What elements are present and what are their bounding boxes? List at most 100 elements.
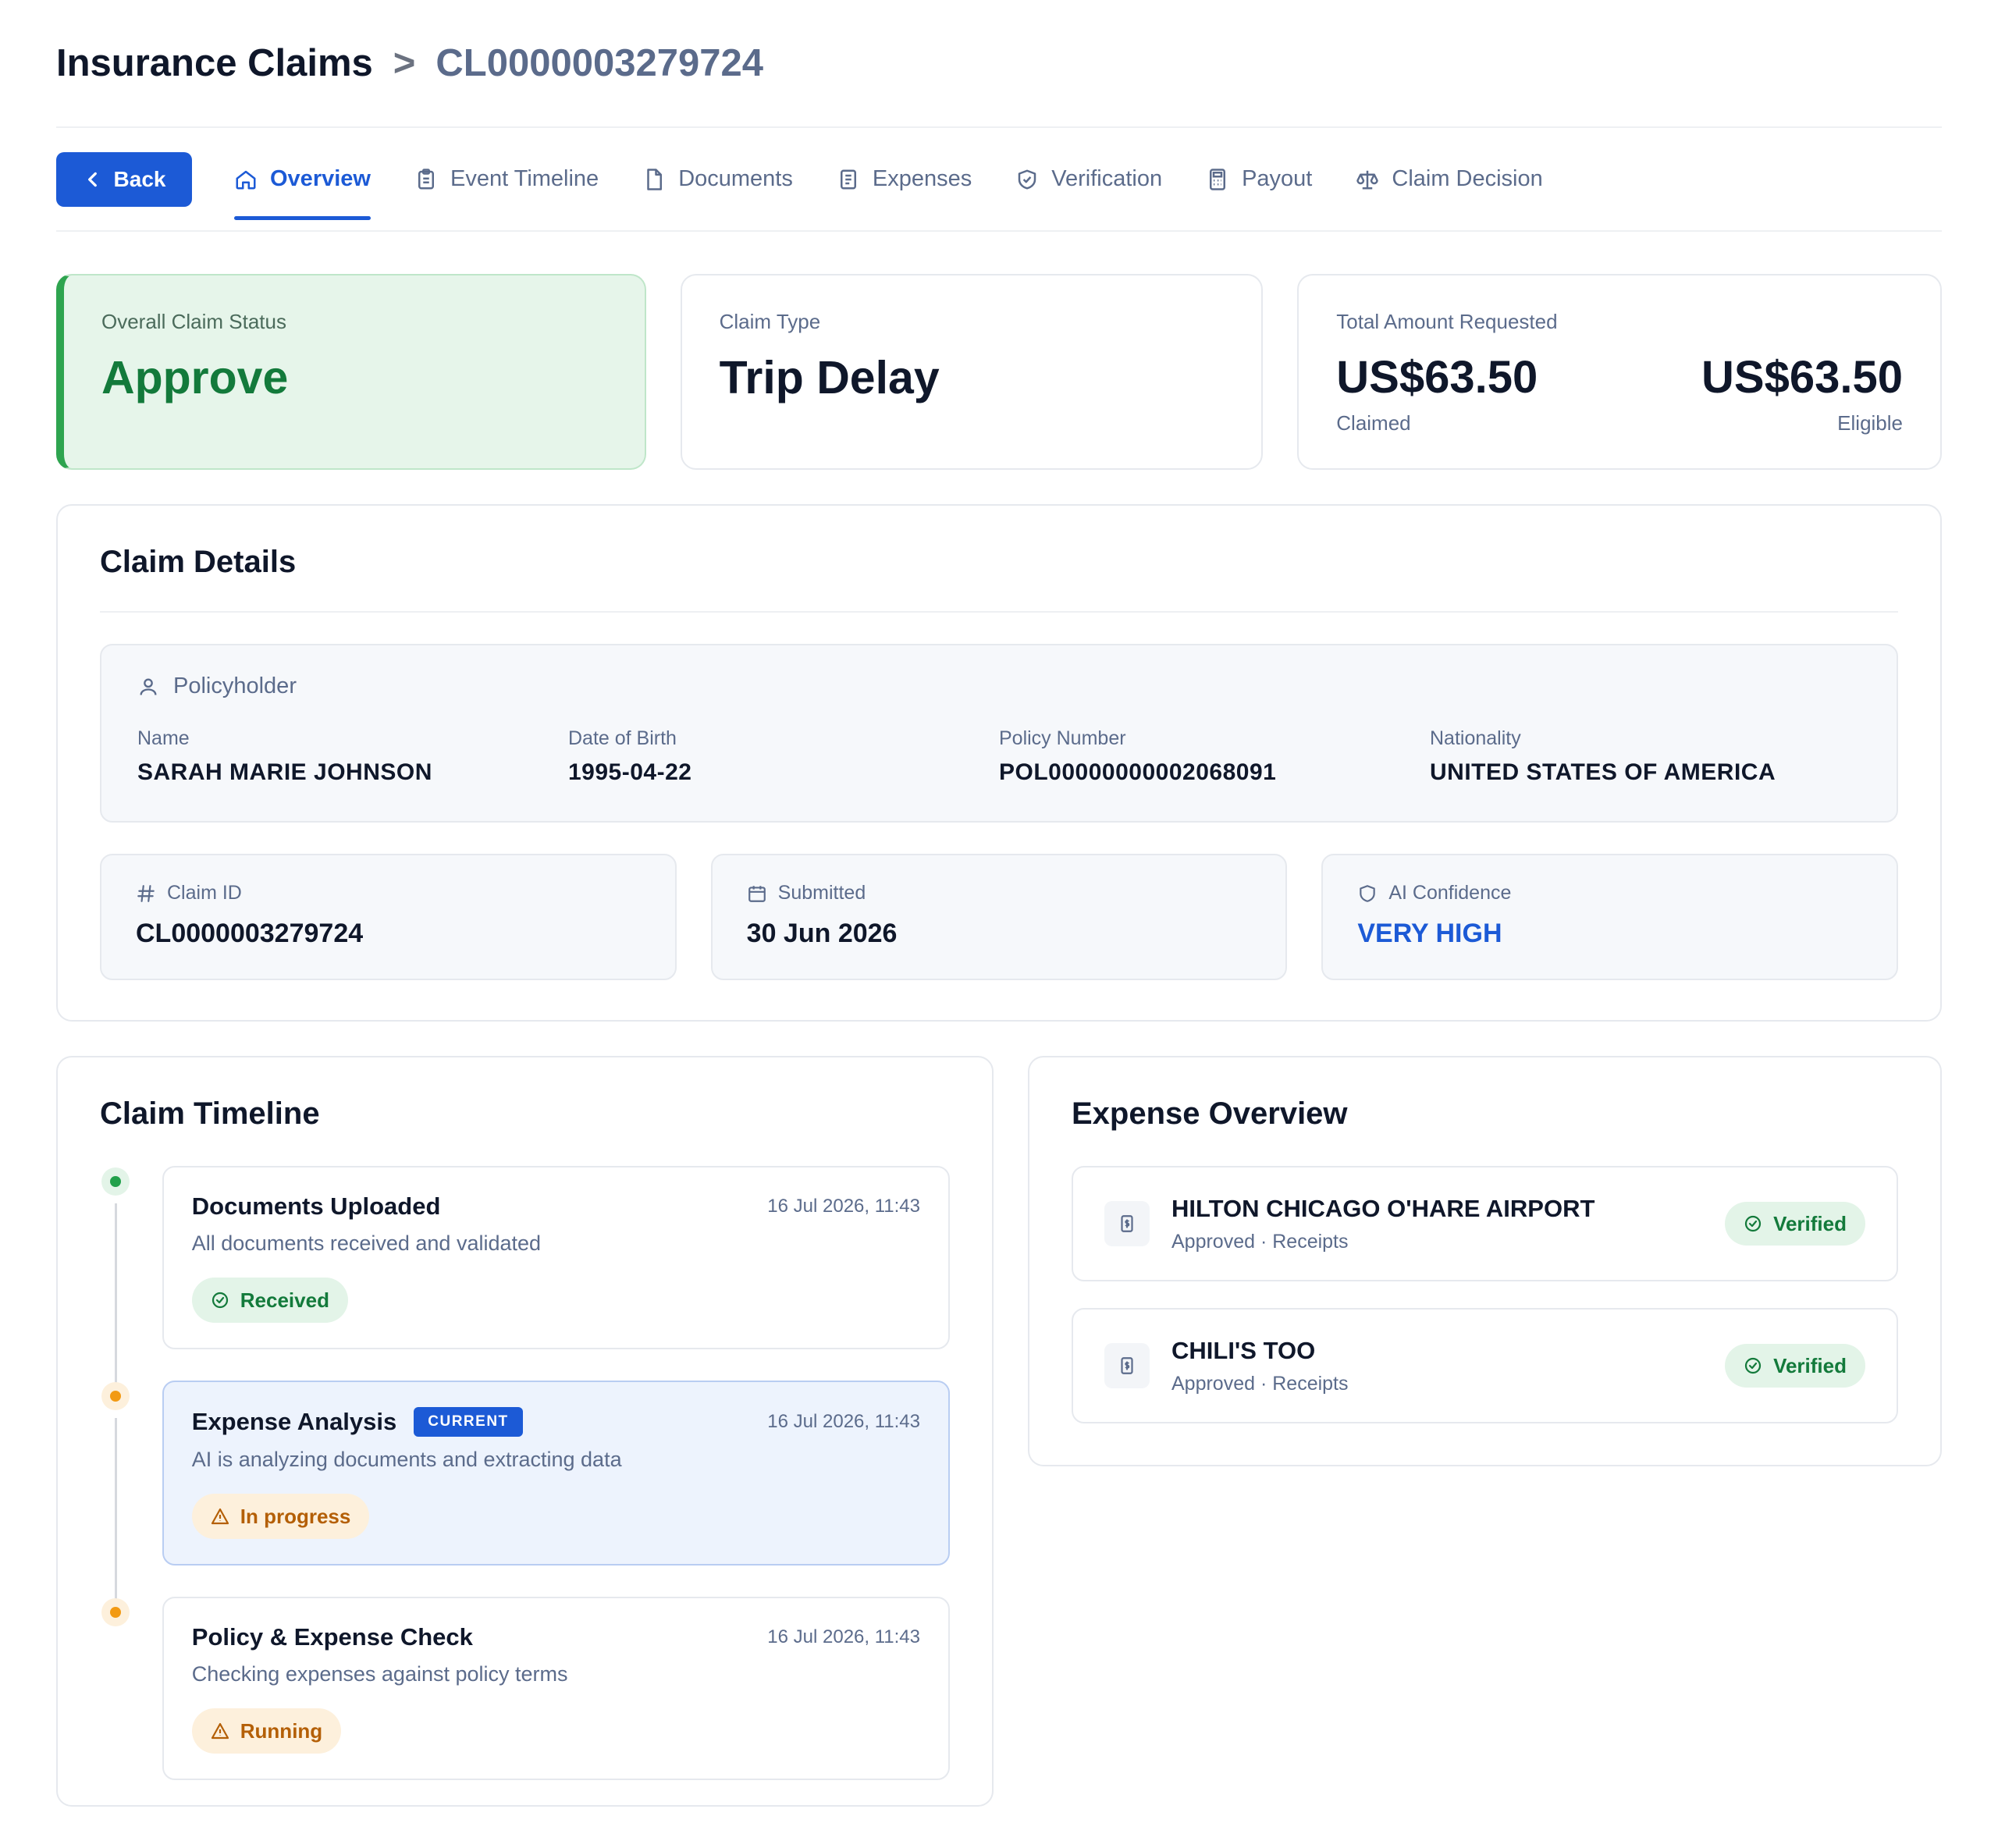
claim-timeline-card: Claim Timeline Documents Uploaded 16 Jul…	[56, 1056, 994, 1807]
timeline-item: Expense Analysis CURRENT 16 Jul 2026, 11…	[100, 1381, 950, 1606]
tab-expenses[interactable]: Expenses	[837, 127, 972, 231]
tab-verification[interactable]: Verification	[1015, 127, 1162, 231]
nationality-field: Nationality UNITED STATES OF AMERICA	[1430, 727, 1861, 786]
back-button-label: Back	[113, 166, 166, 191]
timeline-item-desc: Checking expenses against policy terms	[191, 1662, 568, 1686]
timeline-item-card[interactable]: Expense Analysis CURRENT 16 Jul 2026, 11…	[162, 1381, 950, 1565]
claim-id-panel: Claim ID CL0000003279724	[100, 854, 677, 980]
expense-subtitle: Approved · Receipts	[1171, 1230, 1349, 1253]
warning-icon	[211, 1508, 229, 1525]
tab-payout[interactable]: Payout	[1206, 127, 1312, 231]
eligible-label: Eligible	[1837, 411, 1903, 435]
field-label: Date of Birth	[568, 727, 677, 749]
tab-label: Verification	[1051, 166, 1163, 191]
receipt-icon	[1104, 1201, 1150, 1246]
amount-label: Total Amount Requested	[1336, 310, 1558, 333]
check-circle-icon	[1744, 1357, 1762, 1374]
verified-badge-label: Verified	[1773, 1353, 1847, 1377]
policyholder-heading: Policyholder	[173, 673, 297, 698]
name-field: Name SARAH MARIE JOHNSON	[137, 727, 568, 786]
calculator-icon	[1210, 168, 1226, 190]
claim-timeline-title: Claim Timeline	[100, 1096, 320, 1131]
timeline-connector	[115, 1203, 117, 1390]
user-icon	[140, 678, 157, 695]
verified-badge: Verified	[1725, 1344, 1865, 1388]
verified-badge-label: Verified	[1773, 1211, 1847, 1235]
field-value: POL00000000002068091	[999, 759, 1277, 785]
bottom-row: Claim Timeline Documents Uploaded 16 Jul…	[56, 1056, 1942, 1807]
amount-card: Total Amount Requested US$63.50 Claimed …	[1297, 274, 1942, 470]
policy-number-field: Policy Number POL00000000002068091	[999, 727, 1430, 786]
status-badge-label: Received	[240, 1288, 329, 1312]
eligible-amount: US$63.50 Eligible	[1701, 351, 1903, 435]
field-value: 1995-04-22	[568, 759, 692, 785]
timeline-item-desc: All documents received and validated	[191, 1231, 542, 1255]
summary-row: Overall Claim Status Approve Claim Type …	[56, 274, 1942, 470]
claim-details-title: Claim Details	[100, 545, 297, 579]
status-label: Overall Claim Status	[101, 310, 286, 333]
tab-label: Event Timeline	[450, 166, 599, 191]
timeline-connector	[115, 1418, 117, 1606]
scale-icon	[1356, 170, 1379, 189]
breadcrumb-root[interactable]: Insurance Claims	[56, 41, 373, 85]
eligible-value: US$63.50	[1701, 352, 1903, 403]
expense-name: HILTON CHICAGO O'HARE AIRPORT	[1171, 1194, 1595, 1222]
ai-confidence-panel: AI Confidence VERY HIGH	[1321, 854, 1899, 980]
tab-label: Expenses	[872, 166, 972, 191]
tab-overview[interactable]: Overview	[234, 127, 371, 231]
tab-documents[interactable]: Documents	[642, 127, 793, 231]
submitted-value: 30 Jun 2026	[746, 919, 898, 948]
claim-id-label: Claim ID	[167, 882, 242, 904]
tab-label: Overview	[270, 166, 371, 191]
expense-overview-title: Expense Overview	[1072, 1096, 1348, 1131]
back-button[interactable]: Back	[56, 151, 192, 207]
tab-event-timeline[interactable]: Event Timeline	[414, 127, 599, 231]
timeline-item-card[interactable]: Documents Uploaded 16 Jul 2026, 11:43 Al…	[162, 1166, 950, 1349]
field-value: UNITED STATES OF AMERICA	[1430, 759, 1776, 785]
status-dot	[101, 1167, 130, 1196]
shield-check-icon	[1018, 169, 1036, 189]
timeline-list: Documents Uploaded 16 Jul 2026, 11:43 Al…	[100, 1166, 950, 1780]
claim-meta-row: Claim ID CL0000003279724 Submitted 30 Ju…	[100, 854, 1899, 980]
field-label: Name	[137, 727, 190, 749]
status-badge: In progress	[191, 1494, 370, 1539]
timeline-item: Policy & Expense Check 16 Jul 2026, 11:4…	[100, 1597, 950, 1780]
tab-claim-decision[interactable]: Claim Decision	[1356, 127, 1543, 231]
claim-type-value: Trip Delay	[719, 352, 940, 403]
claim-id-value: CL0000003279724	[136, 919, 364, 948]
timeline-item-title: Policy & Expense Check	[191, 1623, 473, 1651]
claim-type-label: Claim Type	[719, 310, 821, 333]
expense-list: HILTON CHICAGO O'HARE AIRPORT Approved ·…	[1072, 1166, 1898, 1423]
tab-label: Claim Decision	[1392, 166, 1543, 191]
timeline-item-time: 16 Jul 2026, 11:43	[767, 1411, 920, 1432]
calendar-icon	[748, 885, 766, 902]
expense-item[interactable]: HILTON CHICAGO O'HARE AIRPORT Approved ·…	[1072, 1166, 1898, 1281]
timeline-item: Documents Uploaded 16 Jul 2026, 11:43 Al…	[100, 1166, 950, 1390]
document-icon	[647, 168, 663, 190]
current-tag: CURRENT	[414, 1407, 523, 1437]
status-badge-label: Running	[240, 1718, 323, 1743]
breadcrumb: Insurance Claims > CL0000003279724	[56, 0, 1942, 128]
expense-overview-card: Expense Overview HILTON CHICAGO O'HARE A…	[1028, 1056, 1942, 1466]
clipboard-icon	[418, 168, 434, 189]
claim-type-card: Claim Type Trip Delay	[680, 274, 1264, 470]
timeline-item-card[interactable]: Policy & Expense Check 16 Jul 2026, 11:4…	[162, 1597, 950, 1780]
claimed-amount: US$63.50 Claimed	[1336, 351, 1538, 435]
status-dot	[101, 1598, 130, 1626]
status-dot	[101, 1382, 130, 1410]
timeline-item-desc: AI is analyzing documents and extracting…	[191, 1448, 622, 1471]
ai-confidence-label: AI Confidence	[1388, 882, 1512, 904]
status-badge-label: In progress	[240, 1504, 351, 1528]
check-circle-icon	[1744, 1215, 1762, 1232]
divider	[100, 611, 1898, 613]
field-label: Nationality	[1430, 727, 1521, 749]
status-badge: Received	[191, 1278, 348, 1323]
timeline-item-title: Documents Uploaded	[191, 1192, 441, 1220]
home-icon	[236, 170, 256, 189]
verified-badge: Verified	[1725, 1202, 1865, 1246]
tab-label: Documents	[678, 166, 793, 191]
field-value: SARAH MARIE JOHNSON	[137, 759, 432, 785]
timeline-item-title: Expense Analysis	[191, 1408, 397, 1435]
status-badge: Running	[191, 1708, 342, 1754]
expense-item[interactable]: CHILI'S TOO Approved · Receipts Verified	[1072, 1308, 1898, 1423]
